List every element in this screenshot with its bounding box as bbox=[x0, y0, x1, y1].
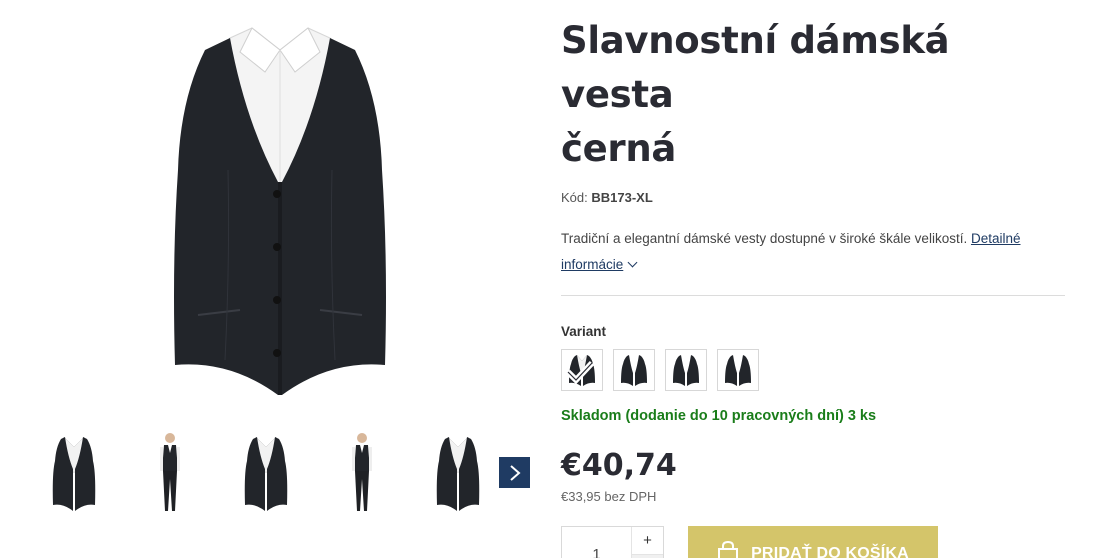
product-code: Kód: BB173-XL bbox=[561, 190, 1065, 205]
variant-option-selected[interactable] bbox=[561, 349, 603, 391]
variant-selector bbox=[561, 349, 1065, 391]
product-title: Slavnostní dámská vesta černá bbox=[561, 14, 1065, 176]
buy-row: + - PRIDAŤ DO KOŠÍKA bbox=[561, 526, 1065, 558]
check-icon bbox=[565, 360, 595, 384]
product-price-net: €33,95 bez DPH bbox=[561, 489, 657, 504]
product-title-line2: černá bbox=[561, 127, 677, 170]
thumbnail-outfit-1[interactable] bbox=[122, 430, 218, 516]
quantity-buttons: + - bbox=[631, 527, 663, 558]
divider bbox=[561, 295, 1065, 296]
thumbnail-vest-3[interactable] bbox=[410, 430, 506, 516]
shopping-bag-icon bbox=[718, 541, 739, 558]
product-title-line1: Slavnostní dámská vesta bbox=[561, 19, 950, 116]
stock-status: Skladom (dodanie do 10 pracovných dní) 3… bbox=[561, 408, 877, 424]
variant-label: Variant bbox=[561, 324, 607, 339]
product-code-value: BB173-XL bbox=[591, 190, 653, 205]
quantity-plus-button[interactable]: + bbox=[632, 527, 663, 554]
quantity-minus-button[interactable]: - bbox=[632, 554, 663, 558]
product-gallery bbox=[0, 0, 540, 558]
main-product-image[interactable] bbox=[80, 10, 480, 410]
chevron-down-icon[interactable] bbox=[627, 257, 638, 268]
product-code-label: Kód: bbox=[561, 190, 588, 205]
quantity-stepper: + - bbox=[561, 526, 664, 558]
add-to-cart-button[interactable]: PRIDAŤ DO KOŠÍKA bbox=[688, 526, 938, 558]
variant-option[interactable] bbox=[613, 349, 655, 391]
quantity-input[interactable] bbox=[562, 527, 631, 558]
product-description-text: Tradiční a elegantní dámské vesty dostup… bbox=[561, 231, 968, 246]
chevron-right-icon bbox=[509, 464, 521, 481]
variant-option[interactable] bbox=[717, 349, 759, 391]
thumbnail-strip bbox=[26, 430, 506, 520]
thumbnail-vest-2[interactable] bbox=[218, 430, 314, 516]
thumbnail-outfit-2[interactable] bbox=[314, 430, 410, 516]
add-to-cart-label: PRIDAŤ DO KOŠÍKA bbox=[751, 545, 909, 558]
thumbnail-vest-1[interactable] bbox=[26, 430, 122, 516]
product-info: Slavnostní dámská vesta černá Kód: BB173… bbox=[561, 14, 1065, 558]
gallery-next-button[interactable] bbox=[499, 457, 530, 488]
product-price: €40,74 bbox=[561, 448, 677, 483]
variant-option[interactable] bbox=[665, 349, 707, 391]
product-description: Tradiční a elegantní dámské vesty dostup… bbox=[561, 226, 1065, 278]
